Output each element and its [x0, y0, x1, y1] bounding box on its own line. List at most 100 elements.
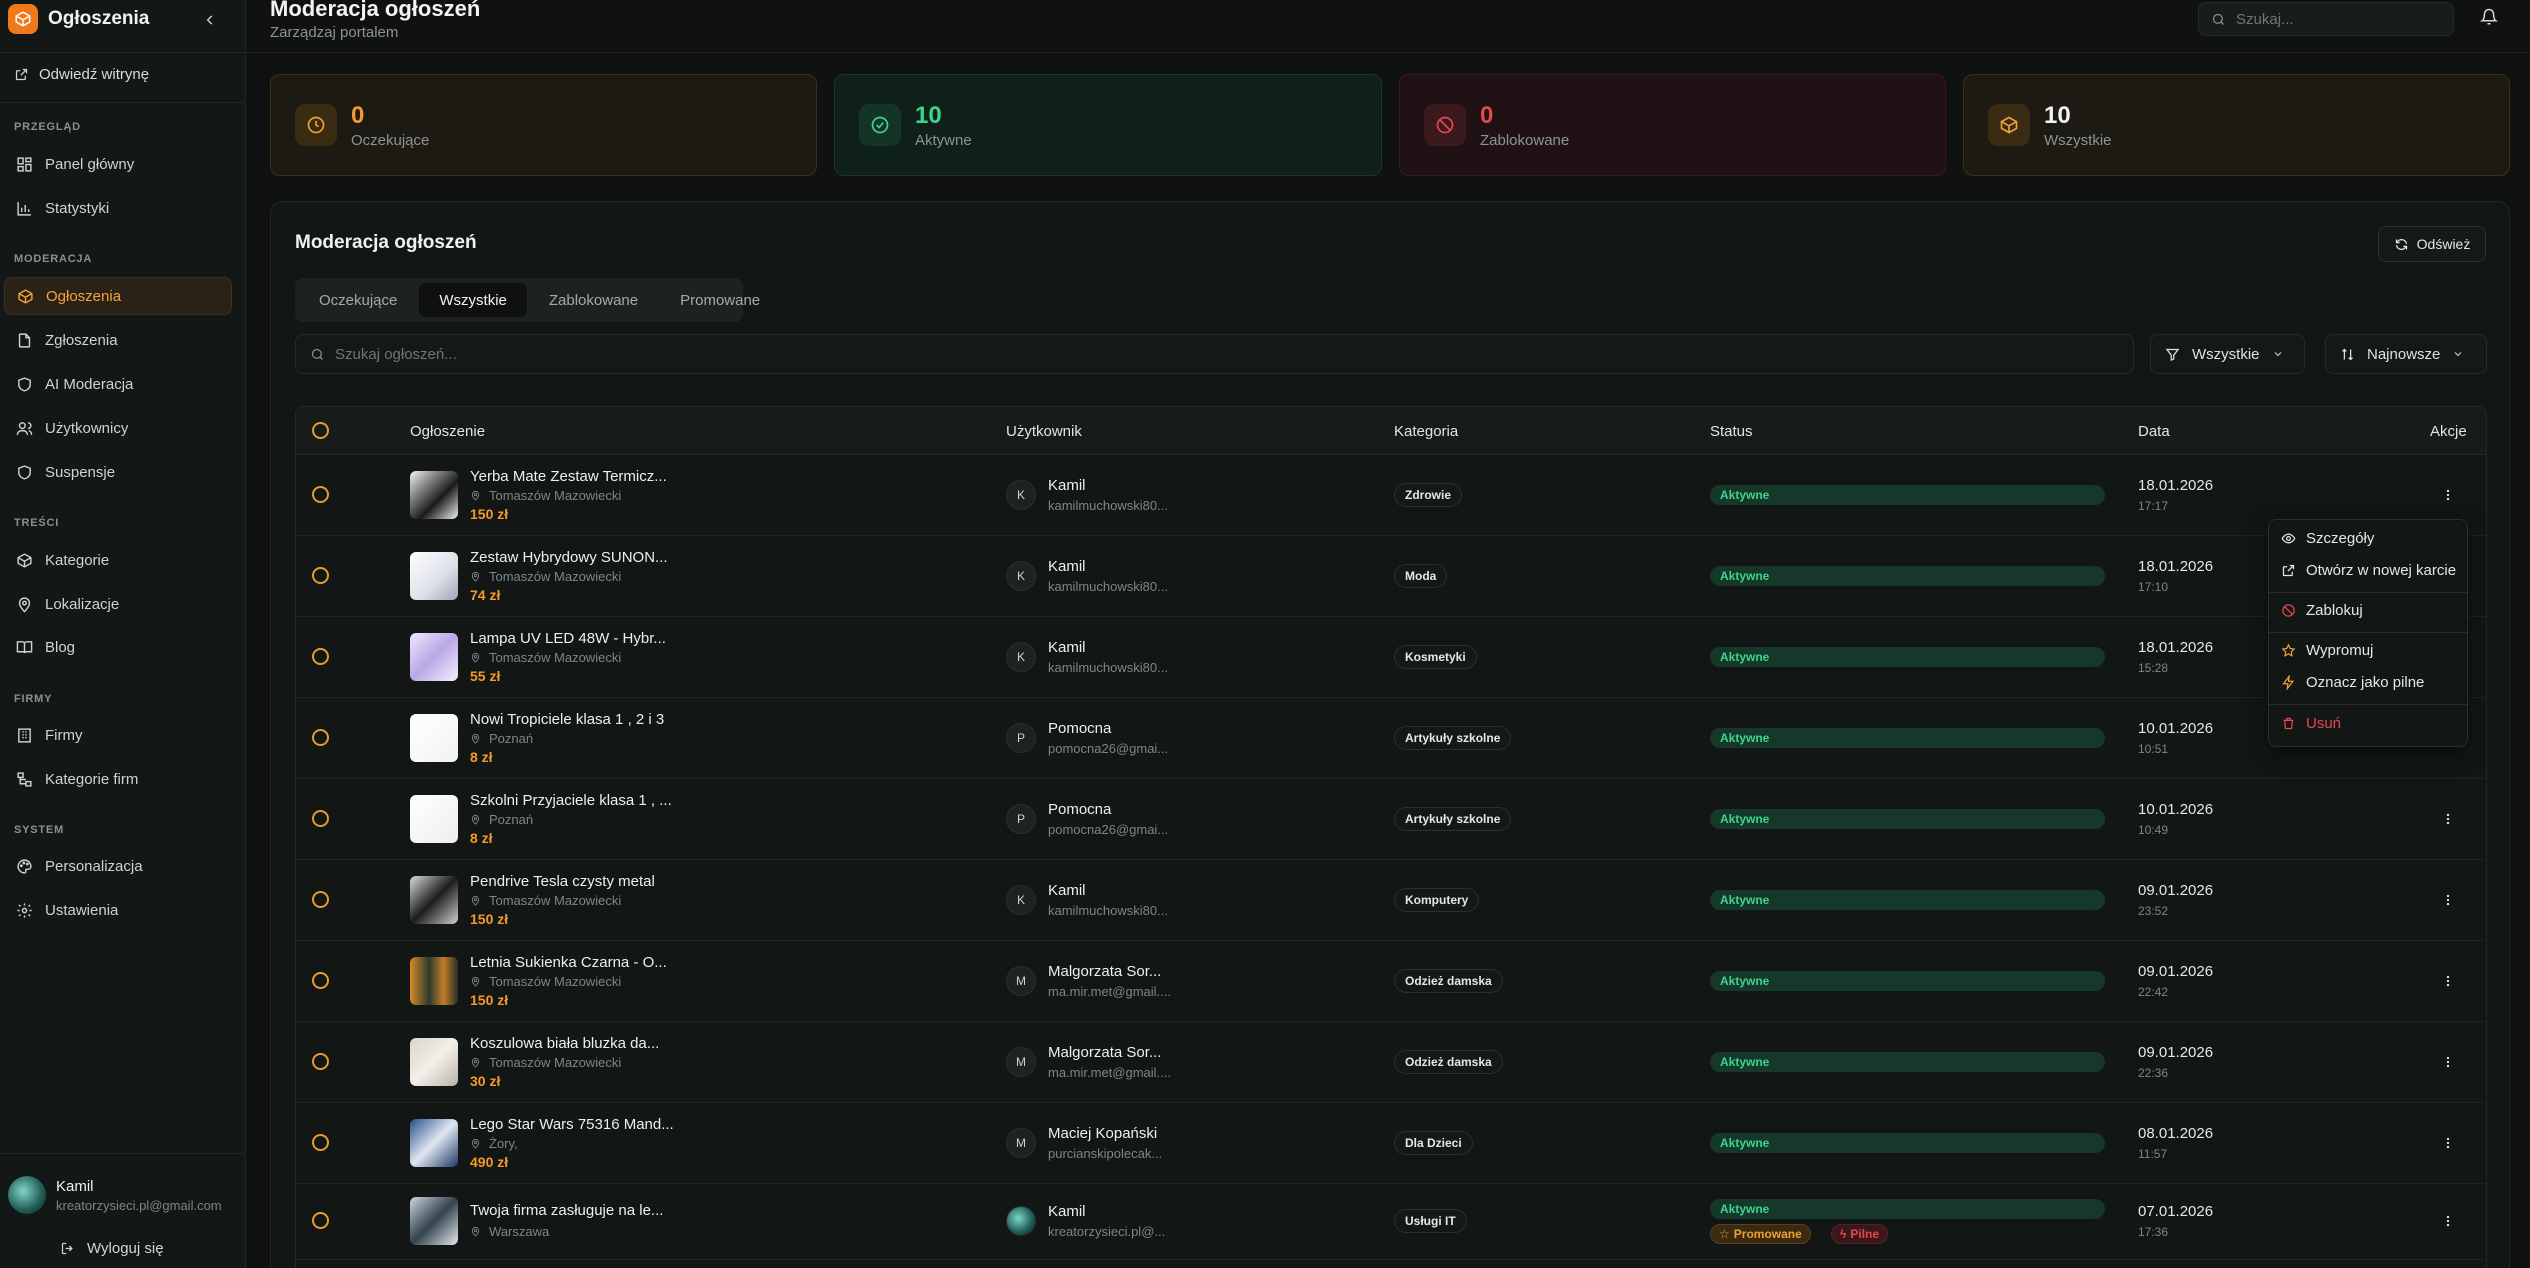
sidebar-item-stats[interactable]: Statystyki	[4, 189, 232, 227]
user-name[interactable]: Kamil	[1048, 558, 1086, 575]
tab-pending[interactable]: Oczekujące	[299, 283, 417, 317]
dashboard-icon	[17, 156, 32, 172]
chevron-left-icon[interactable]	[198, 8, 222, 32]
row-select-radio[interactable]	[312, 891, 329, 908]
global-search-input[interactable]	[2236, 10, 2436, 28]
ad-title[interactable]: Twoja firma zasługuje na le...	[470, 1202, 663, 1219]
table-row[interactable]: Yerba Mate Zestaw Termicz... Tomaszów Maz…	[296, 455, 2486, 536]
user-name[interactable]: Pomocna	[1048, 801, 1111, 818]
global-search[interactable]	[2198, 2, 2454, 36]
ad-title[interactable]: Lampa UV LED 48W - Hybr...	[470, 630, 666, 647]
table-row[interactable]: Twoja firma zasługuje na le... Warszawa Ka…	[296, 1184, 2486, 1260]
sidebar-item-reports[interactable]: Zgłoszenia	[4, 321, 232, 359]
sidebar-item-ads[interactable]: Ogłoszenia	[4, 277, 232, 315]
more-vertical-icon[interactable]	[2436, 969, 2460, 993]
tab-promoted[interactable]: Promowane	[660, 283, 780, 317]
menu-item-promote[interactable]: Wypromuj	[2281, 642, 2373, 659]
ad-thumbnail[interactable]	[410, 957, 458, 1005]
menu-item-open-new-tab[interactable]: Otwórz w nowej karcie	[2281, 562, 2456, 579]
ad-title[interactable]: Yerba Mate Zestaw Termicz...	[470, 468, 667, 485]
user-name[interactable]: Malgorzata Sor...	[1048, 1044, 1161, 1061]
sidebar-item-company-categories[interactable]: Kategorie firm	[4, 760, 232, 798]
menu-item-delete[interactable]: Usuń	[2281, 715, 2341, 732]
tab-all[interactable]: Wszystkie	[419, 283, 527, 317]
ad-thumbnail[interactable]	[410, 1197, 458, 1245]
row-select-radio[interactable]	[312, 972, 329, 989]
menu-item-block[interactable]: Zablokuj	[2281, 602, 2363, 619]
sidebar-item-suspensions[interactable]: Suspensje	[4, 453, 232, 491]
row-select-radio[interactable]	[312, 1212, 329, 1229]
table-row[interactable]: Lego Star Wars 75316 Mand... Żory, 490 zł M…	[296, 1103, 2486, 1184]
ad-thumbnail[interactable]	[410, 633, 458, 681]
user-profile[interactable]: Kamil kreatorzysieci.pl@gmail.com	[8, 1170, 238, 1220]
tab-blocked[interactable]: Zablokowane	[529, 283, 658, 317]
row-select-radio[interactable]	[312, 567, 329, 584]
sort-select[interactable]: Najnowsze	[2325, 334, 2487, 374]
ad-title[interactable]: Letnia Sukienka Czarna - O...	[470, 954, 667, 971]
filter-select[interactable]: Wszystkie	[2150, 334, 2305, 374]
ad-title[interactable]: Koszulowa biała bluzka da...	[470, 1035, 659, 1052]
ad-title[interactable]: Zestaw Hybrydowy SUNON...	[470, 549, 668, 566]
category-badge: Dla Dzieci	[1394, 1131, 1473, 1155]
user-name[interactable]: Kamil	[1048, 477, 1086, 494]
user-name[interactable]: Maciej Kopański	[1048, 1125, 1157, 1142]
ad-title[interactable]: Nowi Tropiciele klasa 1 , 2 i 3	[470, 711, 664, 728]
user-name[interactable]: Kamil	[1048, 882, 1086, 899]
row-select-radio[interactable]	[312, 810, 329, 827]
logout-button[interactable]: Wyloguj się	[60, 1240, 164, 1257]
ad-thumbnail[interactable]	[410, 552, 458, 600]
more-vertical-icon[interactable]	[2436, 888, 2460, 912]
menu-item-details[interactable]: Szczegóły	[2281, 530, 2374, 547]
row-select-radio[interactable]	[312, 648, 329, 665]
more-vertical-icon[interactable]	[2436, 1050, 2460, 1074]
sidebar-item-categories[interactable]: Kategorie	[4, 541, 232, 579]
ad-title[interactable]: Szkolni Przyjaciele klasa 1 , ...	[470, 792, 672, 809]
more-vertical-icon[interactable]	[2436, 1131, 2460, 1155]
sidebar-item-personalization[interactable]: Personalizacja	[4, 847, 232, 885]
table-row[interactable]: Koszulowa biała bluzka da... Tomaszów Maz…	[296, 1022, 2486, 1103]
row-select-radio[interactable]	[312, 729, 329, 746]
table-row[interactable]: Letnia Sukienka Czarna - O... Tomaszów Ma…	[296, 941, 2486, 1022]
ad-thumbnail[interactable]	[410, 1119, 458, 1167]
row-select-radio[interactable]	[312, 1053, 329, 1070]
ad-title[interactable]: Pendrive Tesla czysty metal	[470, 873, 655, 890]
row-select-radio[interactable]	[312, 486, 329, 503]
refresh-button[interactable]: Odśwież	[2378, 226, 2486, 262]
more-vertical-icon[interactable]	[2436, 483, 2460, 507]
ad-thumbnail[interactable]	[410, 876, 458, 924]
more-vertical-icon[interactable]	[2436, 807, 2460, 831]
sidebar-item-blog[interactable]: Blog	[4, 628, 232, 666]
visit-site-link[interactable]: Odwiedź witrynę	[14, 66, 149, 83]
user-email: kreatorzysieci.pl@gmail.com	[56, 1197, 222, 1213]
building-icon	[18, 727, 31, 743]
user-name[interactable]: Kamil	[1048, 1203, 1086, 1220]
brand[interactable]: Ogłoszenia	[8, 0, 149, 38]
ad-thumbnail[interactable]	[410, 471, 458, 519]
select-all-radio[interactable]	[312, 422, 329, 439]
user-name[interactable]: Malgorzata Sor...	[1048, 963, 1161, 980]
user-name[interactable]: Kamil	[1048, 639, 1086, 656]
more-vertical-icon[interactable]	[2436, 1209, 2460, 1233]
table-row[interactable]: Lampa UV LED 48W - Hybr... Tomaszów Mazow…	[296, 617, 2486, 698]
table-row[interactable]: Zestaw Hybrydowy SUNON... Tomaszów Mazowi…	[296, 536, 2486, 617]
sidebar-item-ai-moderation[interactable]: AI Moderacja	[4, 365, 232, 403]
table-row[interactable]: Nowi Tropiciele klasa 1 , 2 i 3 Poznań 8 z…	[296, 698, 2486, 779]
ad-thumbnail[interactable]	[410, 795, 458, 843]
bell-icon[interactable]	[2479, 8, 2499, 30]
ad-title[interactable]: Lego Star Wars 75316 Mand...	[470, 1116, 674, 1133]
table-row[interactable]: Szkolni Przyjaciele klasa 1 , ... Poznań 8…	[296, 779, 2486, 860]
sidebar-item-users[interactable]: Użytkownicy	[4, 409, 232, 447]
menu-item-mark-urgent[interactable]: Oznacz jako pilne	[2281, 674, 2424, 691]
table-row[interactable]: Pendrive Tesla czysty metal Tomaszów Mazo…	[296, 860, 2486, 941]
sidebar-item-dashboard[interactable]: Panel główny	[4, 145, 232, 183]
row-select-radio[interactable]	[312, 1134, 329, 1151]
sidebar-item-locations[interactable]: Lokalizacje	[4, 585, 232, 623]
sidebar-item-companies[interactable]: Firmy	[4, 716, 232, 754]
ads-search[interactable]	[295, 334, 2134, 374]
ad-thumbnail[interactable]	[410, 714, 458, 762]
ad-thumbnail[interactable]	[410, 1038, 458, 1086]
sidebar-item-settings[interactable]: Ustawienia	[4, 891, 232, 929]
user-name[interactable]: Pomocna	[1048, 720, 1111, 737]
ads-search-input[interactable]	[335, 345, 935, 363]
user-email: ma.mir.met@gmail....	[1048, 984, 1171, 999]
